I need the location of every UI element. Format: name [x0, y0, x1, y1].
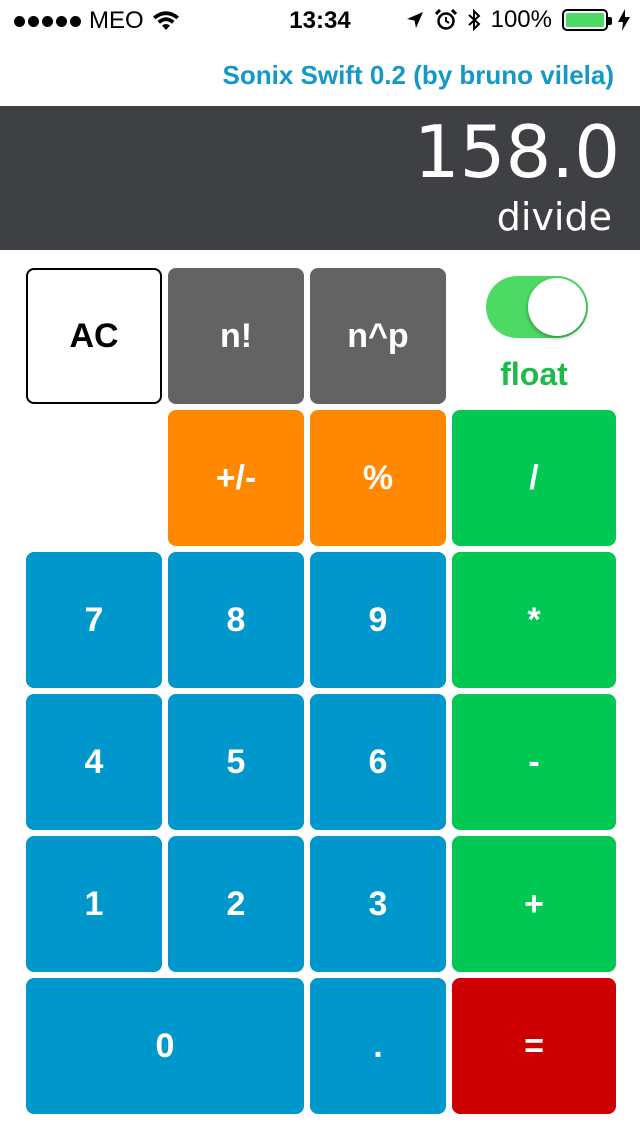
digit-9-button[interactable]: 9: [310, 552, 446, 688]
alarm-clock-icon: [434, 9, 457, 30]
charging-bolt-icon: [618, 9, 630, 31]
digit-7-button[interactable]: 7: [26, 552, 162, 688]
factorial-button[interactable]: n!: [168, 268, 304, 404]
bluetooth-icon: [467, 8, 481, 32]
divide-button[interactable]: /: [452, 410, 616, 546]
display-value: 158.0: [413, 110, 620, 194]
equals-button[interactable]: =: [452, 978, 616, 1114]
digit-0-button[interactable]: 0: [26, 978, 304, 1114]
float-toggle-label: float: [500, 356, 568, 392]
app-title: Sonix Swift 0.2 (by bruno vilela): [222, 60, 614, 90]
percent-button[interactable]: %: [310, 410, 446, 546]
digit-3-button[interactable]: 3: [310, 836, 446, 972]
calculator-display: 158.0 divide: [0, 106, 640, 250]
decimal-point-button[interactable]: .: [310, 978, 446, 1114]
battery-icon: [562, 9, 612, 31]
minus-button[interactable]: -: [452, 694, 616, 830]
status-bar: MEO 13:34 100%: [0, 0, 640, 40]
clear-all-button[interactable]: AC: [26, 268, 162, 404]
multiply-button[interactable]: *: [452, 552, 616, 688]
plus-button[interactable]: +: [452, 836, 616, 972]
float-toggle[interactable]: [486, 276, 588, 338]
power-button[interactable]: n^p: [310, 268, 446, 404]
digit-8-button[interactable]: 8: [168, 552, 304, 688]
digit-6-button[interactable]: 6: [310, 694, 446, 830]
display-operation: divide: [496, 195, 612, 239]
battery-fill: [566, 13, 604, 27]
location-arrow-icon: [406, 12, 423, 28]
calculator-screen: MEO 13:34 100% Sonix Swift 0.2 (by bruno…: [0, 0, 640, 1136]
digit-1-button[interactable]: 1: [26, 836, 162, 972]
digit-2-button[interactable]: 2: [168, 836, 304, 972]
status-bar-right: 100%: [405, 6, 630, 34]
digit-5-button[interactable]: 5: [168, 694, 304, 830]
digit-4-button[interactable]: 4: [26, 694, 162, 830]
battery-percentage: 100%: [490, 6, 552, 33]
sign-toggle-button[interactable]: +/-: [168, 410, 304, 546]
toggle-knob: [528, 278, 586, 336]
